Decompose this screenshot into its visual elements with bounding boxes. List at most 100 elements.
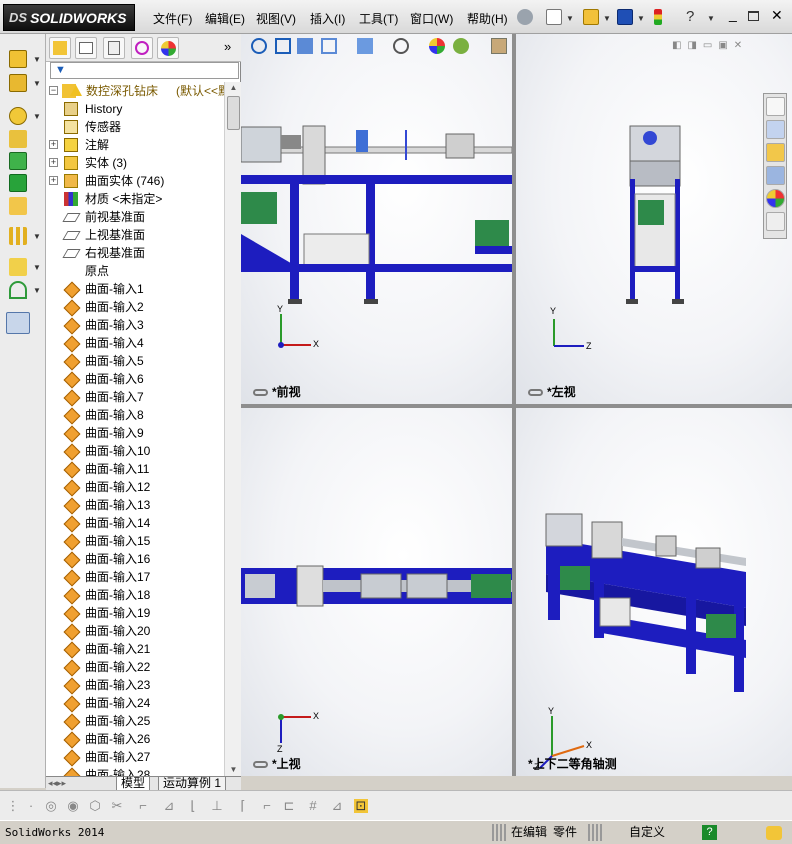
- scroll-down-icon[interactable]: ▼: [227, 764, 240, 776]
- home-icon[interactable]: [766, 97, 785, 116]
- new-document-icon[interactable]: [546, 9, 562, 25]
- apply-scene-icon[interactable]: [453, 38, 469, 54]
- chevron-down-icon[interactable]: ▼: [33, 232, 41, 241]
- tree-item[interactable]: 曲面-输入15: [46, 532, 224, 550]
- chevron-down-icon[interactable]: ▼: [707, 14, 715, 23]
- menu-help[interactable]: 帮助(H): [467, 10, 508, 27]
- menu-insert[interactable]: 插入(I): [310, 10, 345, 27]
- expand-panel-icon[interactable]: »: [224, 39, 231, 54]
- property-manager-tab-icon[interactable]: [75, 37, 97, 59]
- status-units[interactable]: 自定义: [626, 824, 668, 841]
- tree-item[interactable]: 原点: [46, 262, 224, 280]
- chevron-down-icon[interactable]: ▼: [603, 14, 611, 23]
- tree-item[interactable]: 曲面-输入19: [46, 604, 224, 622]
- tree-item[interactable]: 曲面-输入10: [46, 442, 224, 460]
- extend-icon[interactable]: ⌐: [136, 799, 150, 813]
- chevron-down-icon[interactable]: ▼: [566, 14, 574, 23]
- tree-item[interactable]: + 实体 (3): [46, 154, 224, 172]
- tree-item[interactable]: 曲面-输入20: [46, 622, 224, 640]
- menu-window[interactable]: 窗口(W): [410, 10, 453, 27]
- zoom-area-icon[interactable]: [275, 38, 291, 54]
- scroll-thumb[interactable]: [227, 96, 240, 130]
- circle-icon[interactable]: ◎: [44, 799, 58, 813]
- rebuild-traffic-light-icon[interactable]: [654, 9, 662, 25]
- polygon-icon[interactable]: ⬡: [88, 799, 102, 813]
- dimxpert-tab-icon[interactable]: [131, 37, 153, 59]
- smart-dimension-icon[interactable]: ⊏: [282, 799, 296, 813]
- tree-item[interactable]: + 注解: [46, 136, 224, 154]
- tree-item[interactable]: 曲面-输入14: [46, 514, 224, 532]
- extruded-boss-icon[interactable]: [9, 50, 27, 68]
- tree-item[interactable]: 曲面-输入5: [46, 352, 224, 370]
- tree-item[interactable]: 曲面-输入25: [46, 712, 224, 730]
- chamfer-icon[interactable]: [9, 130, 27, 148]
- tree-item[interactable]: 右视基准面: [46, 244, 224, 262]
- point-icon[interactable]: ·: [24, 799, 38, 813]
- tree-item[interactable]: History: [46, 100, 224, 118]
- expand-icon[interactable]: +: [49, 140, 58, 149]
- tree-item[interactable]: + 曲面实体 (746): [46, 172, 224, 190]
- tree-item[interactable]: 曲面-输入1: [46, 280, 224, 298]
- tree-item[interactable]: 曲面-输入2: [46, 298, 224, 316]
- graphics-area[interactable]: Y X *前视 Y Z *左视 ◧◨▭▣✕ X Z *上视 Y X Z *上下二…: [241, 34, 792, 776]
- tree-item[interactable]: 曲面-输入3: [46, 316, 224, 334]
- edit-appearance-icon[interactable]: [429, 38, 445, 54]
- display-relations-icon[interactable]: ⊿: [330, 799, 344, 813]
- tab-motion-study[interactable]: 运动算例 1: [158, 777, 227, 791]
- tree-item[interactable]: 曲面-输入12: [46, 478, 224, 496]
- display-style-icon[interactable]: [393, 38, 409, 54]
- previous-view-icon[interactable]: [297, 38, 313, 54]
- curves-icon[interactable]: [9, 281, 27, 299]
- zoom-to-fit-icon[interactable]: [251, 38, 267, 54]
- chevron-down-icon[interactable]: ▼: [33, 79, 41, 88]
- restore-icon[interactable]: [748, 11, 759, 21]
- tree-item[interactable]: 曲面-输入7: [46, 388, 224, 406]
- chevron-down-icon[interactable]: ▼: [33, 55, 41, 64]
- tree-root[interactable]: − 数控深孔钻床 (默认<<默认: [46, 82, 224, 100]
- display-manager-tab-icon[interactable]: [157, 37, 179, 59]
- tree-item[interactable]: 曲面-输入21: [46, 640, 224, 658]
- expand-icon[interactable]: +: [49, 176, 58, 185]
- close-icon[interactable]: ✕: [771, 7, 783, 24]
- tree-item[interactable]: 曲面-输入17: [46, 568, 224, 586]
- viewport-front[interactable]: Y X *前视: [241, 34, 512, 404]
- design-library-icon[interactable]: [766, 120, 785, 139]
- tree-item[interactable]: 曲面-输入18: [46, 586, 224, 604]
- chevron-down-icon[interactable]: ▼: [33, 112, 41, 121]
- help-icon[interactable]: ?: [686, 8, 694, 25]
- chevron-down-icon[interactable]: ▼: [33, 263, 41, 272]
- mirror-icon[interactable]: ⊥: [210, 799, 224, 813]
- tree-item[interactable]: 上视基准面: [46, 226, 224, 244]
- view-palette-icon[interactable]: [766, 166, 785, 185]
- sketch-grid-icon[interactable]: #: [306, 799, 320, 813]
- scroll-up-icon[interactable]: ▲: [227, 82, 240, 94]
- chevron-down-icon[interactable]: ▼: [33, 286, 41, 295]
- viewport-isometric[interactable]: Y X Z *上下二等角轴测: [516, 408, 792, 776]
- collapse-icon[interactable]: −: [49, 86, 58, 95]
- fillet-icon[interactable]: [9, 107, 27, 125]
- viewport-window-controls[interactable]: ◧◨▭▣✕: [672, 40, 748, 51]
- tree-item[interactable]: 曲面-输入4: [46, 334, 224, 352]
- tree-item[interactable]: 曲面-输入26: [46, 730, 224, 748]
- pin-menu-icon[interactable]: [517, 9, 533, 25]
- tree-item[interactable]: 曲面-输入22: [46, 658, 224, 676]
- tree-item[interactable]: 曲面-输入24: [46, 694, 224, 712]
- tree-item[interactable]: 曲面-输入8: [46, 406, 224, 424]
- tree-item[interactable]: 传感器: [46, 118, 224, 136]
- tree-item[interactable]: 曲面-输入6: [46, 370, 224, 388]
- menu-tools[interactable]: 工具(T): [359, 10, 398, 27]
- quick-snaps-icon[interactable]: ⊡: [354, 799, 368, 813]
- expand-icon[interactable]: +: [49, 158, 58, 167]
- menu-view[interactable]: 视图(V): [256, 10, 296, 27]
- tree-filter-input[interactable]: ▼: [50, 62, 239, 79]
- trim-icon[interactable]: ✂: [110, 799, 124, 813]
- menu-file[interactable]: 文件(F): [153, 10, 192, 27]
- linear-pattern-icon[interactable]: [9, 227, 27, 245]
- open-folder-icon[interactable]: [583, 9, 599, 25]
- offset-icon[interactable]: ⊿: [162, 799, 176, 813]
- configuration-manager-tab-icon[interactable]: [103, 37, 125, 59]
- tree-item[interactable]: 前视基准面: [46, 208, 224, 226]
- section-view-icon[interactable]: [321, 38, 337, 54]
- tab-model[interactable]: 模型: [116, 777, 151, 791]
- tree-item[interactable]: 曲面-输入11: [46, 460, 224, 478]
